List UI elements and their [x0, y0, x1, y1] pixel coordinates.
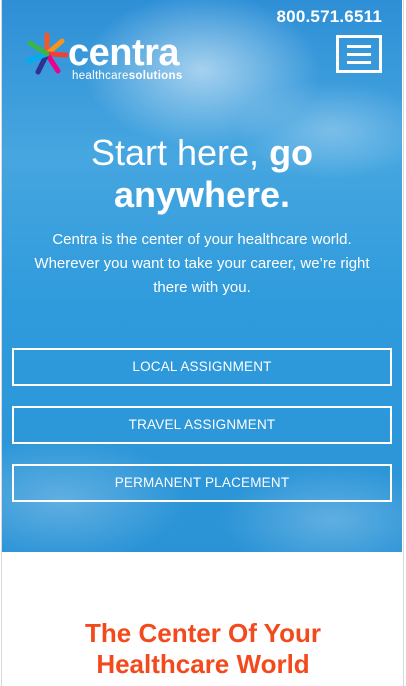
- travel-assignment-button[interactable]: TRAVEL ASSIGNMENT: [12, 406, 392, 444]
- hero-section: 800.571.6511 centra healthcaresolutions …: [2, 0, 402, 552]
- section-title-line-1: The Center Of Your: [85, 618, 321, 648]
- menu-bar: [347, 53, 371, 56]
- menu-bar: [347, 45, 371, 48]
- local-assignment-button[interactable]: LOCAL ASSIGNMENT: [12, 348, 392, 386]
- permanent-placement-button[interactable]: PERMANENT PLACEMENT: [12, 464, 392, 502]
- page-edge-right: [403, 0, 404, 686]
- section-title: The Center Of Your Healthcare World: [0, 618, 406, 680]
- hero-headline: Start here, go anywhere.: [2, 132, 402, 216]
- headline-plain: Start here,: [90, 132, 260, 173]
- star-burst-icon: [25, 32, 69, 75]
- logo-tagline: healthcaresolutions: [72, 70, 183, 82]
- section-title-line-2: Healthcare World: [96, 649, 310, 679]
- headline-bold-2: anywhere.: [113, 174, 291, 215]
- hero-intro-text: Centra is the center of your healthcare …: [34, 231, 370, 296]
- hamburger-menu-button[interactable]: [336, 35, 382, 73]
- menu-bar: [347, 61, 371, 64]
- logo-wordmark: centra: [68, 32, 180, 74]
- headline-bold-1: go: [269, 132, 314, 173]
- phone-link[interactable]: 800.571.6511: [277, 7, 382, 27]
- tagline-bold: solutions: [128, 70, 183, 82]
- tagline-plain: healthcare: [72, 70, 129, 82]
- centra-logo[interactable]: centra healthcaresolutions: [24, 31, 214, 85]
